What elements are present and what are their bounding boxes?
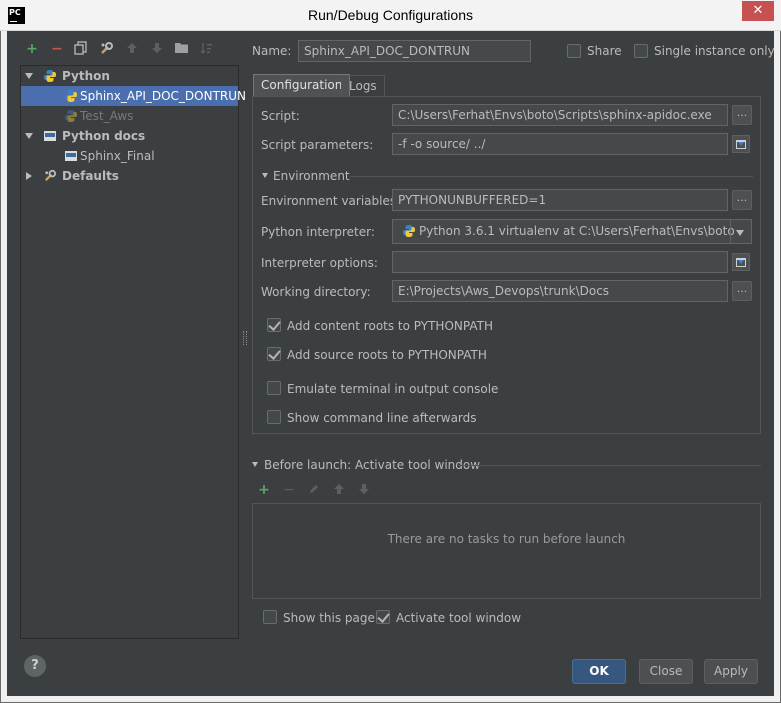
section-divider (458, 465, 761, 466)
window-title: Run/Debug Configurations (308, 7, 473, 23)
tree-node-sphinx-api-doc-dontrun[interactable]: Sphinx_API_DOC_DONTRUN (21, 86, 246, 106)
apply-button[interactable]: Apply (704, 659, 758, 684)
before-launch-task-list[interactable]: There are no tasks to run before launch (252, 503, 761, 599)
python-interpreter-select[interactable]: Python 3.6.1 virtualenv at C:\Users\Ferh… (392, 219, 752, 244)
name-input[interactable]: Sphinx_API_DOC_DONTRUN (298, 40, 531, 62)
remove-configuration-icon[interactable]: − (49, 41, 65, 57)
add-configuration-icon[interactable]: + (24, 41, 40, 57)
edit-defaults-wrench-icon[interactable] (98, 41, 114, 57)
working-directory-browse-button[interactable]: ... (732, 281, 752, 301)
ok-button[interactable]: OK (572, 659, 626, 684)
tree-node-sphinx-final[interactable]: Sphinx_Final (21, 146, 238, 166)
add-content-roots-checkbox[interactable] (267, 318, 281, 332)
add-source-roots-checkbox[interactable] (267, 347, 281, 361)
chevron-down-icon[interactable] (736, 230, 744, 236)
environment-section-label: Environment (273, 169, 350, 183)
python-icon (44, 70, 56, 82)
tree-node-test-aws[interactable]: Test_Aws (21, 106, 238, 126)
python-interpreter-value: Python 3.6.1 virtualenv at C:\Users\Ferh… (419, 224, 735, 238)
python-icon (65, 90, 77, 102)
close-button[interactable]: Close (639, 659, 693, 684)
dropdown-divider (730, 220, 731, 243)
expand-field-icon[interactable] (732, 135, 750, 153)
tree-node-python[interactable]: Python (21, 66, 238, 86)
environment-variables-edit-button[interactable]: ... (732, 190, 752, 210)
environment-variables-input[interactable]: PYTHONUNBUFFERED=1 (392, 189, 728, 211)
tree-label-defaults: Defaults (62, 169, 119, 183)
configuration-tree[interactable]: Python Sphinx_API_DOC_DONTRUN Test_Aws P… (20, 65, 246, 639)
python-icon (65, 110, 77, 122)
activate-tool-window-checkbox[interactable] (376, 610, 390, 624)
sort-icon[interactable] (199, 41, 215, 57)
help-icon[interactable]: ? (24, 655, 46, 677)
emulate-terminal-checkbox[interactable] (267, 381, 281, 395)
tree-node-defaults[interactable]: Defaults (21, 166, 238, 186)
expand-field-icon[interactable] (732, 253, 750, 271)
show-command-line-label: Show command line afterwards (287, 411, 477, 425)
rst-docs-icon (44, 131, 56, 141)
panel-splitter-handle[interactable] (243, 331, 247, 345)
chevron-right-icon[interactable] (26, 172, 32, 180)
tree-node-python-docs[interactable]: Python docs (21, 126, 238, 146)
share-label: Share (587, 44, 622, 58)
working-directory-label: Working directory: (261, 285, 371, 299)
dialog-body: + − Python Sphinx_API_DOC_DONTRUN Test_A… (7, 31, 775, 696)
tree-label-python-docs: Python docs (62, 129, 146, 143)
tree-label-test-aws: Test_Aws (80, 109, 134, 123)
share-checkbox[interactable] (567, 44, 581, 58)
section-divider (350, 176, 753, 177)
copy-configuration-icon[interactable] (73, 41, 89, 57)
remove-task-icon[interactable]: − (282, 483, 296, 497)
tree-label-sphinx-api: Sphinx_API_DOC_DONTRUN (80, 89, 247, 103)
activate-tool-window-label: Activate tool window (396, 611, 522, 625)
working-directory-input[interactable]: E:\Projects\Aws_Devops\trunk\Docs (392, 280, 728, 302)
python-interpreter-label: Python interpreter: (261, 225, 375, 239)
script-browse-button[interactable]: ... (732, 105, 752, 125)
empty-tasks-message: There are no tasks to run before launch (387, 532, 626, 546)
script-label: Script: (261, 109, 300, 123)
single-instance-label: Single instance only (654, 44, 775, 58)
tab-configuration[interactable]: Configuration (253, 74, 351, 97)
tree-label-python: Python (62, 69, 110, 83)
show-this-page-label: Show this page (283, 611, 375, 625)
environment-variables-label: Environment variables: (261, 194, 401, 208)
show-command-line-checkbox[interactable] (267, 410, 281, 424)
tree-label-sphinx-final: Sphinx_Final (80, 149, 155, 163)
show-this-page-checkbox[interactable] (263, 610, 277, 624)
script-parameters-input[interactable]: -f -o source/ ../ (392, 133, 728, 155)
interpreter-options-label: Interpreter options: (261, 256, 378, 270)
window-close-button[interactable]: ✕ (742, 1, 774, 21)
script-parameters-label: Script parameters: (261, 138, 374, 152)
chevron-down-icon[interactable] (25, 73, 33, 79)
environment-collapse-icon[interactable] (262, 173, 268, 178)
python-icon (403, 225, 415, 237)
add-content-roots-label: Add content roots to PYTHONPATH (287, 319, 493, 333)
rst-docs-icon (65, 151, 77, 161)
move-task-up-icon[interactable] (332, 483, 346, 497)
single-instance-checkbox[interactable] (634, 44, 648, 58)
emulate-terminal-label: Emulate terminal in output console (287, 382, 499, 396)
edit-task-icon[interactable] (307, 483, 321, 497)
before-launch-collapse-icon[interactable] (252, 462, 258, 467)
title-bar: PC Run/Debug Configurations ✕ (0, 0, 781, 31)
add-source-roots-label: Add source roots to PYTHONPATH (287, 348, 487, 362)
before-launch-title: Before launch: Activate tool window (264, 458, 481, 472)
move-down-icon[interactable] (149, 41, 165, 57)
move-up-icon[interactable] (124, 41, 140, 57)
move-task-down-icon[interactable] (357, 483, 371, 497)
wrench-icon (44, 169, 57, 182)
script-input[interactable]: C:\Users\Ferhat\Envs\boto\Scripts\sphinx… (392, 104, 728, 126)
add-task-icon[interactable]: + (257, 483, 271, 497)
tab-logs[interactable]: Logs (341, 75, 385, 97)
interpreter-options-input[interactable] (392, 251, 728, 273)
name-label: Name: (252, 44, 292, 58)
chevron-down-icon[interactable] (25, 133, 33, 139)
folder-icon[interactable] (173, 41, 189, 57)
